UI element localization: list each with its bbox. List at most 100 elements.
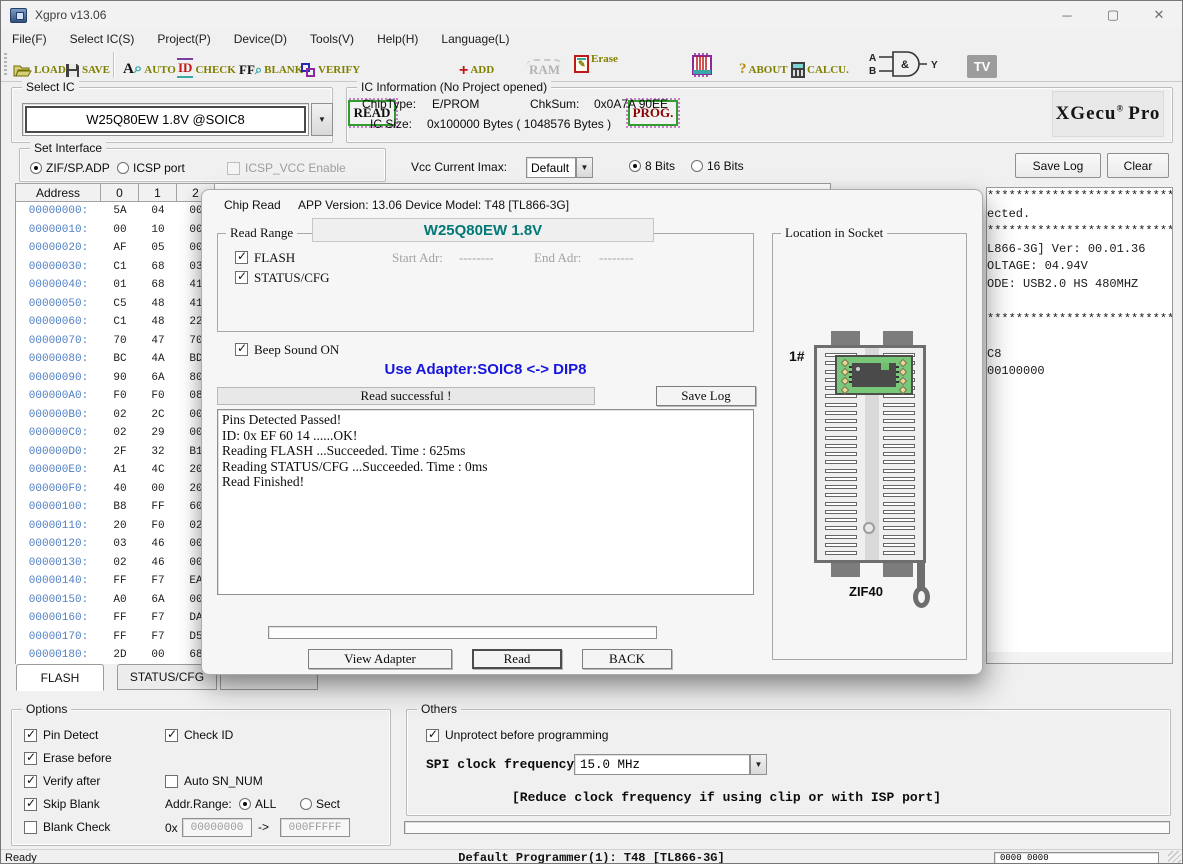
hex-byte[interactable]: 6A [139,594,177,606]
range-to-field[interactable]: 000FFFFF [280,818,350,837]
icsp-vcc-checkbox[interactable] [227,162,240,175]
hex-byte[interactable]: 4C [139,464,177,476]
tv-button[interactable]: TV [967,52,997,78]
verify-after-checkbox[interactable] [24,775,37,788]
hex-byte[interactable]: F0 [101,390,139,402]
hex-byte[interactable]: AF [101,242,139,254]
back-button[interactable]: BACK [582,649,672,669]
hex-byte[interactable]: 00 [139,649,177,661]
hex-byte[interactable]: F0 [139,390,177,402]
about-button[interactable]: ? ABOUT [739,52,788,78]
hex-byte[interactable]: 10 [139,224,177,236]
hex-byte[interactable]: 20 [101,520,139,532]
dialog-read-button[interactable]: Read [472,649,562,669]
status-cfg-checkbox[interactable] [235,271,248,284]
bits8-radio[interactable] [629,160,641,172]
blank-button[interactable]: FF⌕ BLANK [239,52,303,78]
table-row[interactable]: 00000040: 01 68 41 [16,276,215,295]
hex-byte[interactable]: 4A [139,353,177,365]
check-id-button[interactable]: ID CHECK [177,52,236,78]
hex-byte[interactable]: FF [139,501,177,513]
table-row[interactable]: 00000090: 90 6A 80 [16,369,215,388]
add-button[interactable]: + ADD [459,52,494,78]
hex-byte[interactable]: 03 [101,538,139,550]
ic-combobox[interactable]: W25Q80EW 1.8V @SOIC8 [22,103,309,136]
spi-frequency-dropdown-button[interactable]: ▼ [750,754,767,775]
addr-all-radio[interactable] [239,798,251,810]
pin-detect-checkbox[interactable] [24,729,37,742]
hex-byte[interactable]: 2D [101,649,139,661]
table-row[interactable]: 00000150: A0 6A 00 [16,591,215,610]
resize-grip[interactable] [1168,851,1181,864]
table-row[interactable]: 000000C0: 02 29 00 [16,424,215,443]
hex-byte[interactable]: 02 [101,427,139,439]
hex-byte[interactable]: 29 [139,427,177,439]
table-row[interactable]: 00000170: FF F7 D5 [16,628,215,647]
ram-button[interactable]: RAM [526,52,563,78]
hex-byte[interactable]: 05 [139,242,177,254]
hex-byte[interactable]: A0 [101,594,139,606]
menu-item[interactable]: Help(H) [372,30,428,48]
hex-byte[interactable]: 40 [101,483,139,495]
zif-radio[interactable] [30,162,42,174]
menu-item[interactable]: Tools(V) [305,30,364,48]
table-row[interactable]: 000000F0: 40 00 20 [16,480,215,499]
hex-byte[interactable]: 2F [101,446,139,458]
hex-byte[interactable]: 48 [139,298,177,310]
table-row[interactable]: 00000080: BC 4A BD [16,350,215,369]
table-row[interactable]: 00000140: FF F7 EA [16,572,215,591]
clear-button[interactable]: Clear [1107,153,1169,178]
menu-item[interactable]: Project(P) [152,30,220,48]
hex-byte[interactable]: F0 [139,520,177,532]
menu-item[interactable]: Language(L) [436,30,519,48]
bits16-radio[interactable] [691,160,703,172]
hex-byte[interactable]: 46 [139,557,177,569]
table-row[interactable]: 000000D0: 2F 32 B1 [16,443,215,462]
erase-button[interactable]: ✎ Erase [574,52,618,78]
hex-byte[interactable]: F7 [139,612,177,624]
save-button[interactable]: SAVE [65,52,110,78]
table-row[interactable]: 00000070: 70 47 70 [16,332,215,351]
hex-byte[interactable]: 04 [139,205,177,217]
table-row[interactable]: 00000130: 02 46 00 [16,554,215,573]
table-row[interactable]: 00000060: C1 48 22 [16,313,215,332]
table-row[interactable]: 00000020: AF 05 00 [16,239,215,258]
ic-combobox-dropdown-button[interactable]: ▼ [311,103,333,136]
hex-byte[interactable]: 00 [101,224,139,236]
hex-byte[interactable]: 00 [139,483,177,495]
table-row[interactable]: 00000010: 00 10 00 [16,221,215,240]
dialog-save-log-button[interactable]: Save Log [656,386,756,406]
logic-gate-button[interactable]: A B & Y [867,52,943,78]
menu-item[interactable]: Select IC(S) [65,30,145,48]
maximize-button[interactable]: ▢ [1090,1,1136,29]
hex-byte[interactable]: 5A [101,205,139,217]
hex-byte[interactable]: 47 [139,335,177,347]
hex-byte[interactable]: C1 [101,316,139,328]
addr-sect-radio[interactable] [300,798,312,810]
vcc-imax-select[interactable]: Default [526,157,576,178]
tab-flash[interactable]: FLASH [16,664,104,691]
hex-byte[interactable]: 90 [101,372,139,384]
hex-byte[interactable]: 02 [101,557,139,569]
hex-byte[interactable]: C5 [101,298,139,310]
menu-item[interactable]: File(F) [7,30,57,48]
save-log-button[interactable]: Save Log [1015,153,1101,178]
erase-before-checkbox[interactable] [24,752,37,765]
auto-button[interactable]: A⌕ AUTO [123,52,176,78]
hex-byte[interactable]: F7 [139,631,177,643]
hex-byte[interactable]: FF [101,612,139,624]
hex-byte[interactable]: 01 [101,279,139,291]
table-row[interactable]: 00000120: 03 46 00 [16,535,215,554]
blank-check-checkbox[interactable] [24,821,37,834]
hex-byte[interactable]: 48 [139,316,177,328]
table-row[interactable]: 000000A0: F0 F0 08 [16,387,215,406]
hex-byte[interactable]: FF [101,631,139,643]
hex-byte[interactable]: BC [101,353,139,365]
unprotect-checkbox[interactable] [426,729,439,742]
calcu-button[interactable]: CALCU. [791,52,849,78]
hex-byte[interactable]: B8 [101,501,139,513]
device-log-scrollbar[interactable] [987,652,1172,663]
hex-byte[interactable]: 68 [139,261,177,273]
table-row[interactable]: 00000000: 5A 04 00 [16,202,215,221]
table-row[interactable]: 00000180: 2D 00 68 [16,646,215,664]
